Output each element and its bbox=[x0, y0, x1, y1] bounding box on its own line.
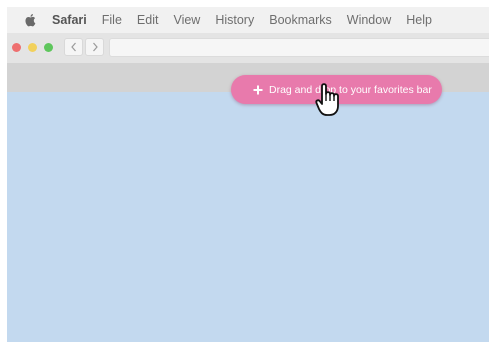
minimize-window-button[interactable] bbox=[28, 43, 37, 52]
menu-window[interactable]: Window bbox=[347, 13, 391, 27]
menu-help[interactable]: Help bbox=[406, 13, 432, 27]
zoom-window-button[interactable] bbox=[44, 43, 53, 52]
drag-pill-label: Drag and drop to your favorites bar bbox=[269, 83, 432, 96]
menu-history[interactable]: History bbox=[215, 13, 254, 27]
chevron-left-icon bbox=[70, 42, 76, 52]
menu-bar: Safari File Edit View History Bookmarks … bbox=[7, 7, 489, 33]
hand-grab-cursor-icon bbox=[315, 83, 339, 116]
chevron-right-icon bbox=[92, 42, 98, 52]
browser-toolbar bbox=[7, 33, 489, 63]
page-content bbox=[7, 92, 489, 342]
menu-safari[interactable]: Safari bbox=[52, 13, 87, 27]
menu-file[interactable]: File bbox=[102, 13, 122, 27]
apple-logo-icon[interactable] bbox=[24, 13, 36, 27]
menu-view[interactable]: View bbox=[173, 13, 200, 27]
menu-bookmarks[interactable]: Bookmarks bbox=[269, 13, 332, 27]
address-bar[interactable] bbox=[109, 38, 489, 57]
back-button[interactable] bbox=[64, 38, 83, 56]
forward-button[interactable] bbox=[85, 38, 104, 56]
menu-edit[interactable]: Edit bbox=[137, 13, 159, 27]
close-window-button[interactable] bbox=[12, 43, 21, 52]
move-cross-icon bbox=[253, 85, 263, 94]
